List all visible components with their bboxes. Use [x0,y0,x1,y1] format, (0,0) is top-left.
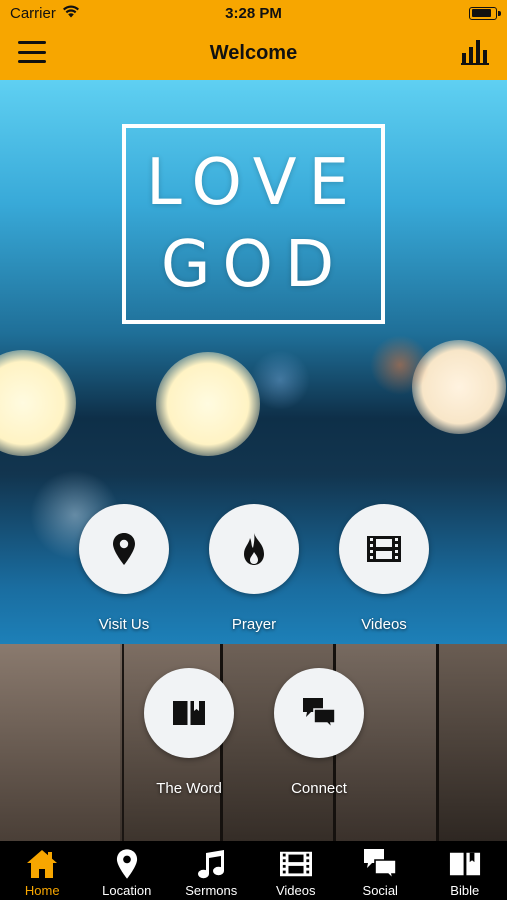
tab-bible-label: Bible [450,883,480,898]
bokeh-light [156,352,260,456]
music-note-icon [197,847,225,881]
videos-label: Videos [361,616,407,633]
tab-social[interactable]: Social [338,847,422,898]
status-left: Carrier [10,4,80,22]
hero-line-2: GOD [160,228,347,302]
tab-videos-label: Videos [275,883,316,898]
nav-bar: Welcome [0,26,507,80]
the-word-label: The Word [156,780,222,797]
film-icon [279,847,312,881]
prayer-label: Prayer [231,616,277,633]
battery-icon [469,6,501,20]
visit-us-button[interactable]: Visit Us [64,504,184,633]
tab-bar: Home Location Sermons Videos Social Bibl… [0,841,507,900]
wood-floor-background [0,644,507,841]
connect-circle[interactable] [274,668,364,758]
hero-line-1: LOVE [146,146,361,220]
book-icon [173,701,205,725]
visit-us-circle[interactable] [79,504,169,594]
page-title: Welcome [209,41,298,64]
videos-button[interactable]: Videos [324,504,444,633]
home-icon [26,847,58,881]
film-icon [367,536,401,562]
connect-button[interactable]: Connect [259,668,379,797]
videos-circle[interactable] [339,504,429,594]
tab-sermons[interactable]: Sermons [169,847,253,898]
tab-bible[interactable]: Bible [423,847,507,898]
location-pin-icon [116,847,138,881]
menu-icon[interactable] [18,41,46,63]
prayer-button[interactable]: Prayer [194,504,314,633]
bokeh-light [250,350,310,410]
bokeh-light [0,350,76,456]
location-pin-icon [113,533,135,565]
bar-chart-icon[interactable] [461,39,489,70]
wood-plank [0,644,120,841]
book-icon [449,847,481,881]
chat-bubbles-icon [363,847,398,881]
tab-sermons-label: Sermons [185,883,238,898]
tab-location[interactable]: Location [85,847,169,898]
tab-home[interactable]: Home [0,847,84,898]
the-word-circle[interactable] [144,668,234,758]
flame-icon [244,533,264,565]
bokeh-light [370,335,430,395]
wifi-icon [62,4,80,22]
the-word-button[interactable]: The Word [129,668,249,797]
wood-plank [439,644,507,841]
prayer-circle[interactable] [209,504,299,594]
tab-location-label: Location [102,883,152,898]
carrier-label: Carrier [10,4,56,22]
visit-us-label: Visit Us [98,616,150,633]
tab-social-label: Social [362,883,398,898]
battery-level [471,9,492,17]
tab-videos[interactable]: Videos [254,847,338,898]
tab-home-label: Home [24,883,60,898]
status-bar: Carrier 3:28 PM [0,0,507,26]
love-god-frame: LOVE GOD [122,124,385,324]
chat-bubbles-icon [303,698,336,729]
connect-label: Connect [291,780,347,797]
